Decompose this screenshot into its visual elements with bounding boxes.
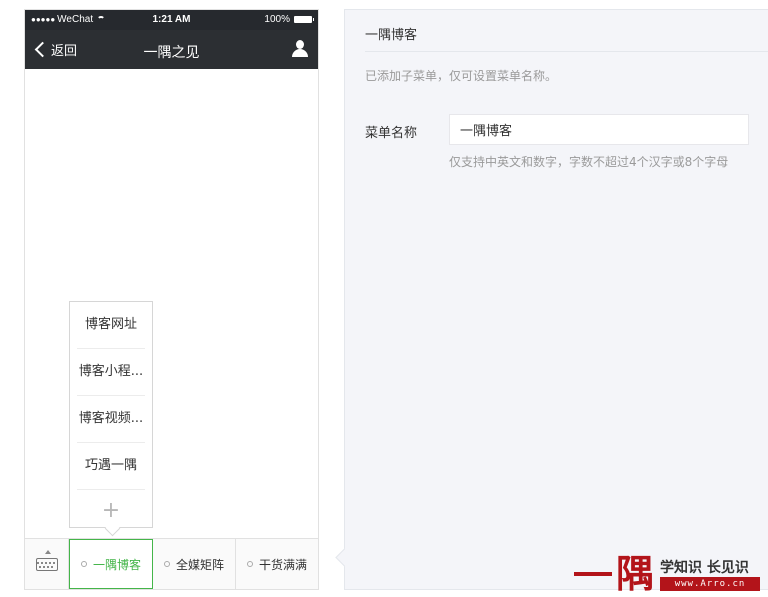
submenu-item[interactable]: 博客小程... (77, 349, 145, 396)
tab-dot-icon (80, 561, 87, 567)
divider (365, 51, 768, 52)
watermark-url: www.Arro.cn (660, 577, 760, 591)
phone-preview: ●●●●● WeChat 1:21 AM 100% 返回 一隅之见 博客网址 博… (24, 9, 319, 590)
menu-name-label: 菜单名称 (365, 126, 418, 141)
user-profile-icon[interactable] (291, 40, 309, 58)
menu-name-note: 仅支持中英文和数字，字数不超过4个汉字或8个字母 (449, 155, 729, 169)
status-bar: ●●●●● WeChat 1:21 AM 100% (25, 10, 318, 30)
nav-title: 一隅之见 (143, 45, 200, 61)
custom-menu-bar: 一隅博客 全媒矩阵 干货满满 (25, 538, 318, 589)
watermark-glyph: 隅 (616, 551, 655, 596)
submenu-popup: 博客网址 博客小程... 博客视频... 巧遇一隅 + (69, 301, 153, 537)
caret-up-icon (45, 550, 51, 554)
menu-tab-2[interactable]: 全媒矩阵 (153, 539, 236, 589)
editor-title: 一隅博客 (365, 28, 418, 43)
watermark-slogan: 学知识 长见识 (660, 560, 749, 576)
watermark-dash (574, 572, 612, 576)
menu-name-input[interactable] (449, 114, 749, 145)
keyboard-toggle-button[interactable] (25, 539, 69, 589)
battery-percent: 100% (264, 14, 290, 25)
editor-pointer (335, 548, 354, 567)
tab-dot-icon (163, 561, 170, 567)
status-right: 100% (264, 14, 314, 25)
menu-tab-3[interactable]: 干货满满 (236, 539, 318, 589)
menu-tab-label: 全媒矩阵 (175, 557, 224, 572)
tab-dot-icon (246, 561, 253, 567)
nav-bar: 返回 一隅之见 (25, 30, 318, 69)
submenu-item[interactable]: 博客网址 (77, 302, 145, 349)
battery-icon (294, 16, 314, 23)
menu-tab-1[interactable]: 一隅博客 (69, 539, 153, 589)
submenu-item[interactable]: 博客视频... (77, 396, 145, 443)
menu-tab-label: 一隅博客 (92, 557, 141, 572)
menu-editor-panel: 一隅博客 已添加子菜单，仅可设置菜单名称。 菜单名称 仅支持中英文和数字，字数不… (335, 9, 768, 590)
site-watermark-logo: 隅 学知识 长见识 www.Arro.cn (574, 552, 768, 597)
keyboard-icon (35, 557, 58, 571)
editor-hint: 已添加子菜单，仅可设置菜单名称。 (365, 69, 558, 83)
submenu-item[interactable]: 巧遇一隅 (77, 443, 145, 490)
menu-tab-label: 干货满满 (258, 557, 307, 572)
